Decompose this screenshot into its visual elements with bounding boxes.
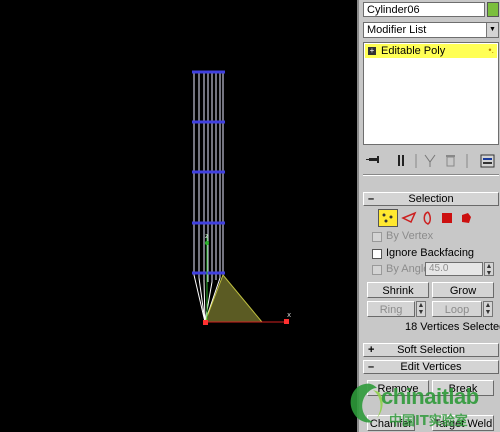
by-angle-checkbox[interactable] xyxy=(372,265,382,275)
wireframe-cylinder[interactable]: z x xyxy=(0,0,355,432)
configure-sets-icon[interactable] xyxy=(480,154,495,168)
remove-modifier-icon[interactable] xyxy=(446,155,455,167)
ring-spinner[interactable]: ▲ ▼ xyxy=(416,301,426,317)
modifier-stack: + Editable Poly •. xyxy=(363,42,499,145)
show-end-result-icon[interactable] xyxy=(398,155,404,166)
edge-mode-button[interactable] xyxy=(399,209,419,227)
modifier-list-label: Modifier List xyxy=(367,24,427,36)
angle-field[interactable]: 45.0 xyxy=(425,262,483,276)
border-mode-button[interactable] xyxy=(418,209,438,227)
watermark-cn: 中国IT实验室 xyxy=(389,414,468,429)
shrink-button[interactable]: Shrink xyxy=(367,282,429,298)
soft-selection-rollout-header[interactable]: + Soft Selection xyxy=(363,343,499,357)
polygon-mode-button[interactable] xyxy=(437,209,457,227)
edit-vertices-rollout-header[interactable]: – Edit Vertices xyxy=(363,360,499,374)
svg-text:x: x xyxy=(287,311,291,319)
divider xyxy=(363,174,499,176)
stack-item-label: Editable Poly xyxy=(381,45,446,57)
stack-item-editable-poly[interactable]: + Editable Poly •. xyxy=(365,44,497,58)
watermark: chinaitlab 中国IT实验室 xyxy=(343,378,500,432)
collapse-icon: – xyxy=(368,361,375,373)
make-unique-icon[interactable] xyxy=(424,154,436,167)
subobject-dots-icon: •. xyxy=(488,45,494,55)
loop-button[interactable]: Loop xyxy=(432,301,482,317)
watermark-site: chinaitlab xyxy=(381,384,479,409)
grow-button[interactable]: Grow xyxy=(432,282,494,298)
by-vertex-checkbox[interactable] xyxy=(372,232,382,242)
pin-stack-icon[interactable] xyxy=(366,156,379,163)
ring-button[interactable]: Ring xyxy=(367,301,415,317)
modifier-list-dropdown[interactable]: Modifier List ▼ xyxy=(363,22,499,38)
selection-rollout-header[interactable]: – Selection xyxy=(363,192,499,206)
vertex-mode-button[interactable] xyxy=(378,209,398,227)
collapse-icon: – xyxy=(368,193,375,205)
ignore-backfacing-label: Ignore Backfacing xyxy=(386,247,475,259)
ignore-backfacing-checkbox[interactable] xyxy=(372,249,382,259)
expand-icon: + xyxy=(368,344,375,356)
stack-toolbar xyxy=(363,152,499,170)
object-color-swatch[interactable] xyxy=(487,2,499,17)
command-panel: Cylinder06 Modifier List ▼ + Editable Po… xyxy=(357,0,500,432)
viewport-perspective[interactable]: z x xyxy=(0,0,355,432)
angle-spinner[interactable]: ▲ ▼ xyxy=(484,262,494,277)
edit-vertices-title: Edit Vertices xyxy=(400,361,462,373)
object-name-field[interactable]: Cylinder06 xyxy=(363,2,485,17)
selection-title: Selection xyxy=(408,193,454,205)
element-mode-button[interactable] xyxy=(456,209,476,227)
svg-text:z: z xyxy=(205,232,209,240)
chevron-down-icon: ▼ xyxy=(486,23,498,37)
loop-spinner[interactable]: ▲ ▼ xyxy=(483,301,493,317)
soft-selection-title: Soft Selection xyxy=(397,344,465,356)
expand-icon[interactable]: + xyxy=(368,47,376,55)
by-vertex-label: By Vertex xyxy=(386,230,434,242)
selection-status: 18 Vertices Selected xyxy=(405,321,500,333)
selected-faces xyxy=(204,274,264,323)
